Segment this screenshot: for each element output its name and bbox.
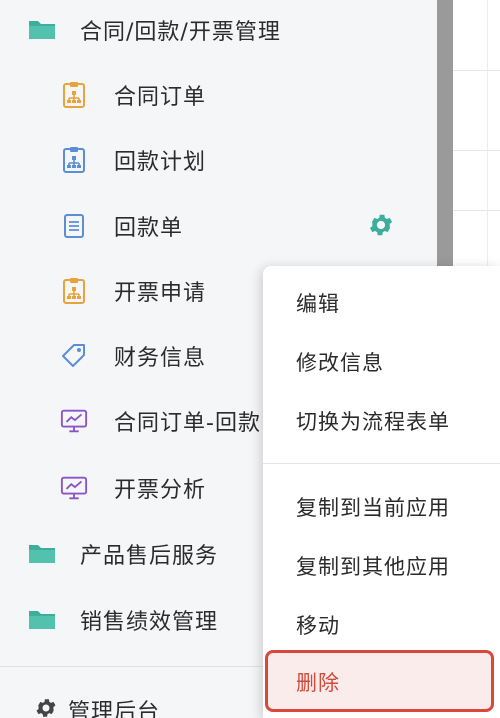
menu-divider — [263, 463, 500, 464]
monitor-chart-icon — [60, 474, 88, 502]
sidebar-item-label: 合同订单 — [114, 85, 207, 110]
gear-icon — [367, 211, 395, 243]
menu-item-copy-to-current-app[interactable]: 复制到当前应用 — [263, 478, 500, 536]
menu-item-move[interactable]: 移动 — [263, 596, 500, 654]
clipboard-org-icon — [60, 277, 88, 305]
content-gridline — [453, 70, 500, 71]
menu-item-copy-to-other-app[interactable]: 复制到其他应用 — [263, 537, 500, 595]
sidebar-item-payment-plan[interactable]: 回款计划 — [0, 130, 437, 190]
monitor-chart-icon — [60, 407, 88, 435]
sidebar-item-label: 开票分析 — [114, 478, 207, 503]
sidebar-item-label: 回款单 — [114, 216, 184, 241]
menu-item-label: 编辑 — [296, 292, 340, 316]
sidebar-item-label: 合同订单-回款 — [114, 411, 261, 436]
sidebar-item-label: 财务信息 — [114, 346, 207, 371]
menu-item-label: 修改信息 — [296, 351, 384, 375]
sidebar-folder-label: 产品售后服务 — [80, 544, 219, 569]
context-menu: 编辑 修改信息 切换为流程表单 复制到当前应用 复制到其他应用 移动 删除 — [263, 266, 500, 718]
sidebar-folder-label: 合同/回款/开票管理 — [80, 20, 281, 45]
content-gridline — [453, 210, 500, 211]
tag-icon — [60, 342, 88, 370]
folder-open-icon — [28, 16, 56, 44]
menu-item-edit[interactable]: 编辑 — [263, 274, 500, 332]
sidebar-item-label: 回款计划 — [114, 150, 207, 175]
menu-item-label: 移动 — [296, 614, 340, 638]
sidebar-item-contract-order[interactable]: 合同订单 — [0, 65, 437, 125]
clipboard-org-icon — [60, 81, 88, 109]
menu-item-label: 复制到其他应用 — [296, 555, 450, 579]
sidebar-admin-label: 管理后台 — [68, 700, 161, 718]
sidebar-folder-contract[interactable]: 合同/回款/开票管理 — [0, 0, 437, 60]
menu-item-label: 复制到当前应用 — [296, 496, 450, 520]
content-gridline — [453, 150, 500, 151]
menu-item-delete[interactable]: 删除 — [265, 650, 494, 712]
menu-item-modify-info[interactable]: 修改信息 — [263, 333, 500, 391]
menu-item-label: 删除 — [296, 671, 340, 695]
menu-item-switch-to-workflow-form[interactable]: 切换为流程表单 — [263, 392, 500, 450]
folder-icon — [28, 540, 56, 568]
gear-icon — [34, 696, 58, 718]
menu-item-label: 切换为流程表单 — [296, 410, 450, 434]
sidebar-folder-label: 销售绩效管理 — [80, 610, 219, 635]
document-icon — [60, 212, 88, 240]
item-settings-gear-button[interactable] — [366, 212, 396, 242]
sidebar-item-label: 开票申请 — [114, 281, 207, 306]
clipboard-org-icon — [60, 146, 88, 174]
folder-icon — [28, 606, 56, 634]
